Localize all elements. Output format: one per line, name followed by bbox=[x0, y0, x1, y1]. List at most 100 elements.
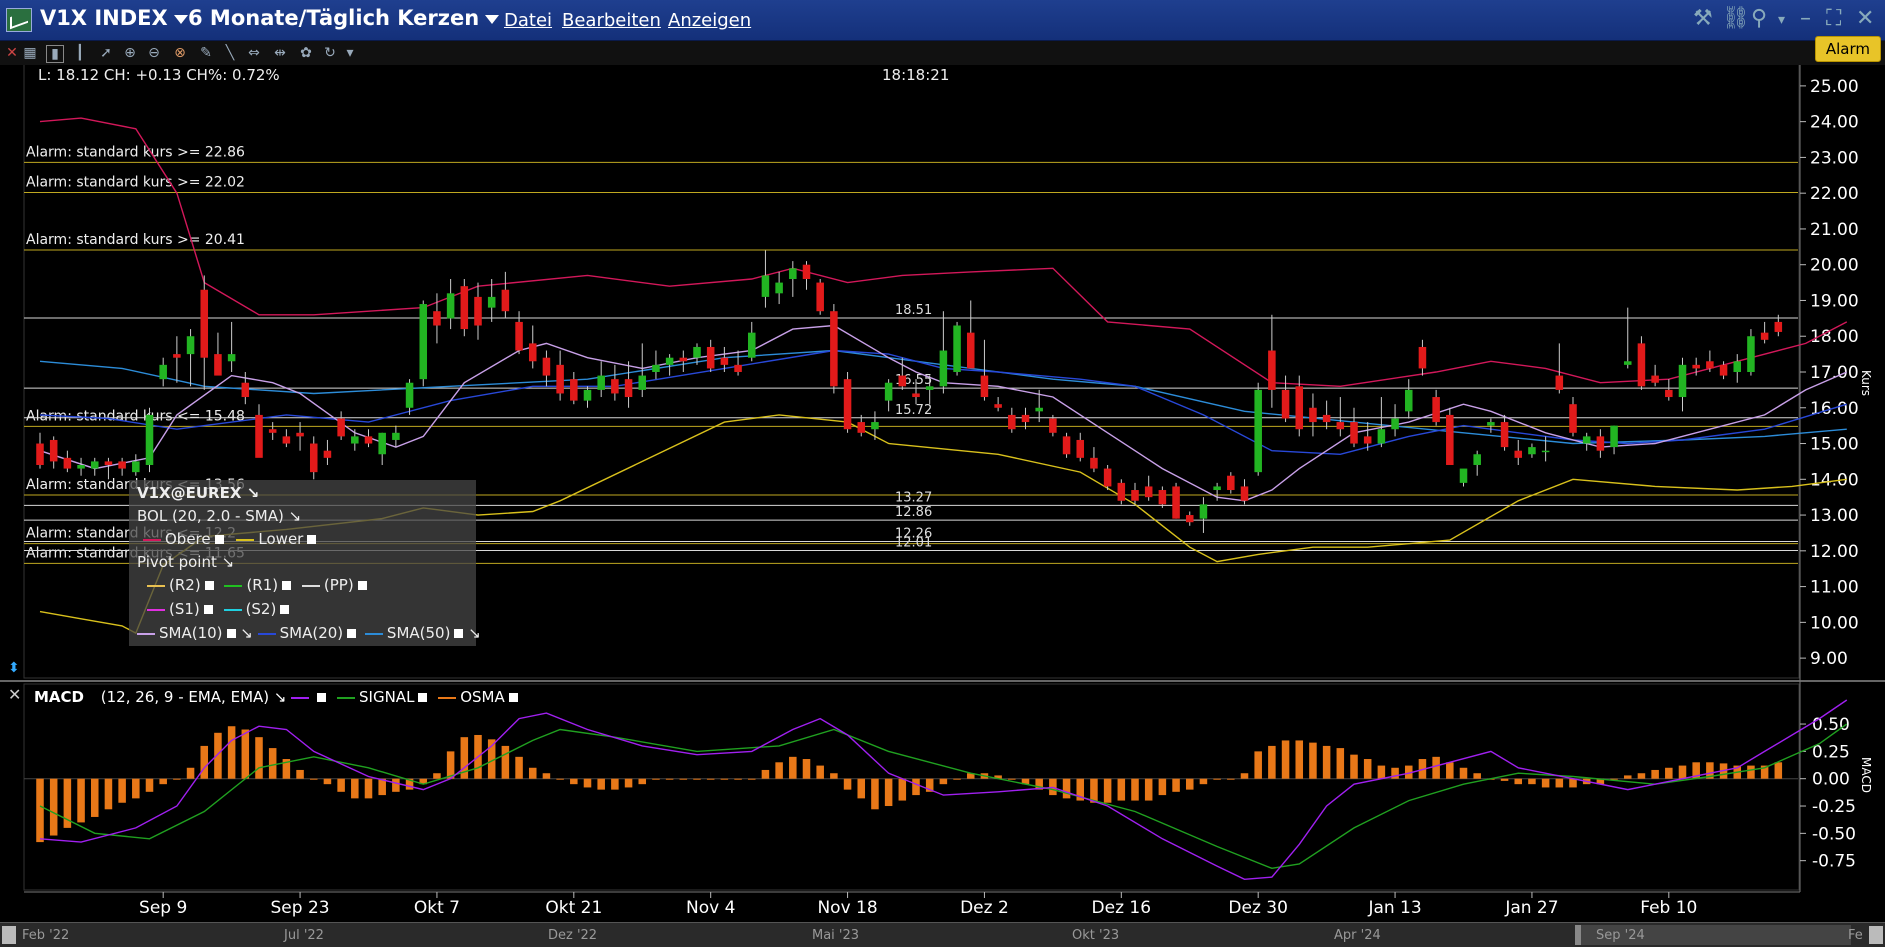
menu-datei[interactable]: Datei bbox=[504, 10, 552, 31]
candle-body bbox=[268, 429, 277, 433]
maximize-icon[interactable]: ⛶ bbox=[1826, 6, 1841, 31]
range-icon[interactable]: ⇹ bbox=[272, 45, 288, 61]
candle-body bbox=[925, 386, 934, 390]
candles-icon[interactable]: ▮ bbox=[46, 45, 64, 63]
macd-params[interactable]: (12, 26, 9 - EMA, EMA) bbox=[101, 688, 269, 706]
candle-body bbox=[1322, 414, 1331, 423]
time-scrollbar[interactable]: Feb '22 Jul '22 Dez '22 Mai '23 Okt '23 … bbox=[0, 922, 1885, 947]
minimize-icon[interactable]: – bbox=[1800, 6, 1811, 31]
scroll-right-icon[interactable] bbox=[1869, 926, 1883, 944]
s2-toggle[interactable] bbox=[280, 605, 290, 614]
candle-body bbox=[159, 364, 167, 380]
macd-title[interactable]: MACD bbox=[34, 688, 84, 706]
close-icon[interactable]: ✕ bbox=[1856, 6, 1874, 31]
osma-bar bbox=[830, 773, 838, 779]
window-menu-icon[interactable]: ▾ bbox=[1778, 12, 1785, 28]
sma50-toggle[interactable] bbox=[454, 629, 464, 638]
osma-bar bbox=[1459, 767, 1468, 779]
legend-pivot-r: (R2) (R1) (PP) bbox=[147, 576, 367, 594]
close-panel-icon[interactable]: ✕ bbox=[4, 45, 20, 61]
legend-pivot[interactable]: Pivot point ↘ bbox=[137, 553, 234, 571]
quote-readout: L: 18.12 CH: +0.13 CH%: 0.72% bbox=[38, 66, 280, 84]
chart-canvas[interactable]: 25.0024.0023.0022.0021.0020.0019.0018.00… bbox=[0, 0, 1885, 946]
candle-body bbox=[980, 375, 989, 398]
candle-body bbox=[802, 264, 811, 280]
candle-body bbox=[309, 443, 318, 473]
candle-body bbox=[1528, 447, 1536, 455]
osma-bar bbox=[1528, 778, 1536, 785]
pointer-icon[interactable]: ➚ bbox=[98, 45, 114, 61]
osma-bar bbox=[186, 767, 195, 779]
sma20-toggle[interactable] bbox=[347, 629, 357, 638]
macd-axis-label: MACD bbox=[1859, 757, 1873, 793]
zoom-out-icon[interactable]: ⊖ bbox=[146, 45, 162, 61]
candle-body bbox=[706, 346, 715, 369]
candle-body bbox=[542, 357, 551, 376]
pin-icon[interactable]: ⚲ bbox=[1751, 6, 1767, 31]
s1-toggle[interactable] bbox=[203, 605, 213, 614]
osma-bar bbox=[159, 778, 167, 785]
candle-body bbox=[789, 268, 797, 280]
candle-body bbox=[1555, 375, 1564, 390]
r1-toggle[interactable] bbox=[282, 581, 292, 590]
draw-line-icon[interactable]: ╲ bbox=[222, 45, 238, 61]
osma-bar bbox=[665, 778, 674, 780]
osma-toggle[interactable] bbox=[508, 693, 518, 702]
osma-bar bbox=[884, 778, 893, 807]
symbol-selector[interactable]: V1X INDEX bbox=[40, 6, 188, 30]
osma-bar bbox=[652, 778, 660, 780]
osma-bar bbox=[528, 767, 537, 779]
signal-toggle[interactable] bbox=[418, 693, 428, 702]
pp-swatch bbox=[301, 584, 320, 587]
scroll-label: Fe bbox=[1848, 928, 1863, 943]
price-tick-label: 23.00 bbox=[1810, 148, 1859, 168]
macd-close-icon[interactable]: ✕ bbox=[8, 685, 21, 704]
zoom-in-icon[interactable]: ⊕ bbox=[122, 45, 138, 61]
link-icon[interactable]: ⛓ bbox=[1722, 6, 1750, 31]
wrench-icon[interactable]: ⚒ bbox=[1693, 6, 1713, 31]
scroll-label: Okt '23 bbox=[1072, 928, 1120, 943]
price-tick-label: 16.00 bbox=[1810, 399, 1859, 419]
menu-anzeigen[interactable]: Anzeigen bbox=[668, 10, 751, 31]
osma-bar bbox=[1008, 778, 1016, 780]
upper-band-toggle[interactable] bbox=[214, 535, 224, 544]
candle-body bbox=[953, 325, 961, 372]
r2-toggle[interactable] bbox=[204, 581, 214, 590]
osma-bar bbox=[761, 769, 770, 779]
panel-expand-icon[interactable]: ⬍ bbox=[8, 660, 20, 676]
scroll-label: Feb '22 bbox=[22, 928, 70, 943]
refresh-icon[interactable]: ↻ bbox=[322, 45, 338, 61]
alarm-button[interactable]: Alarm bbox=[1814, 36, 1881, 62]
candle-body bbox=[1103, 468, 1112, 487]
shapes-icon[interactable]: ✿ bbox=[298, 45, 314, 61]
candle-body bbox=[583, 389, 592, 401]
bars-icon[interactable]: ┃ bbox=[72, 45, 88, 61]
sma10-toggle[interactable] bbox=[226, 629, 236, 638]
price-tick-label: 13.00 bbox=[1810, 506, 1859, 526]
period-selector[interactable]: 6 Monate/Täglich Kerzen bbox=[188, 6, 500, 30]
macd-toggle[interactable] bbox=[317, 693, 327, 702]
candle-body bbox=[501, 289, 510, 312]
dropdown-icon[interactable]: ▾ bbox=[342, 45, 358, 61]
candle-body bbox=[1459, 468, 1468, 483]
candle-body bbox=[1651, 375, 1659, 383]
candle-body bbox=[528, 343, 537, 362]
osma-bar bbox=[268, 748, 277, 779]
table-icon[interactable]: ▦ bbox=[22, 45, 38, 61]
candle-body bbox=[570, 379, 578, 401]
lower-band-toggle[interactable] bbox=[307, 535, 317, 544]
pp-toggle[interactable] bbox=[357, 581, 367, 590]
osma-bar bbox=[173, 778, 181, 780]
fit-icon[interactable]: ⇔ bbox=[246, 45, 262, 61]
menu-bearbeiten[interactable]: Bearbeiten bbox=[562, 10, 661, 31]
osma-bar bbox=[843, 778, 852, 790]
candle-body bbox=[611, 379, 619, 394]
scroll-left-icon[interactable] bbox=[2, 926, 16, 944]
crosshair-icon[interactable]: ⊗ bbox=[172, 45, 188, 61]
osma-bar bbox=[1623, 775, 1632, 779]
legend-symbol[interactable]: V1X@EUREX ↘ bbox=[137, 484, 259, 502]
x-tick-label: Okt 7 bbox=[414, 898, 460, 918]
legend-bollinger[interactable]: BOL (20, 2.0 - SMA) ↘ bbox=[137, 507, 301, 525]
candle-body bbox=[775, 282, 783, 294]
annotate-icon[interactable]: ✎ bbox=[198, 45, 214, 61]
